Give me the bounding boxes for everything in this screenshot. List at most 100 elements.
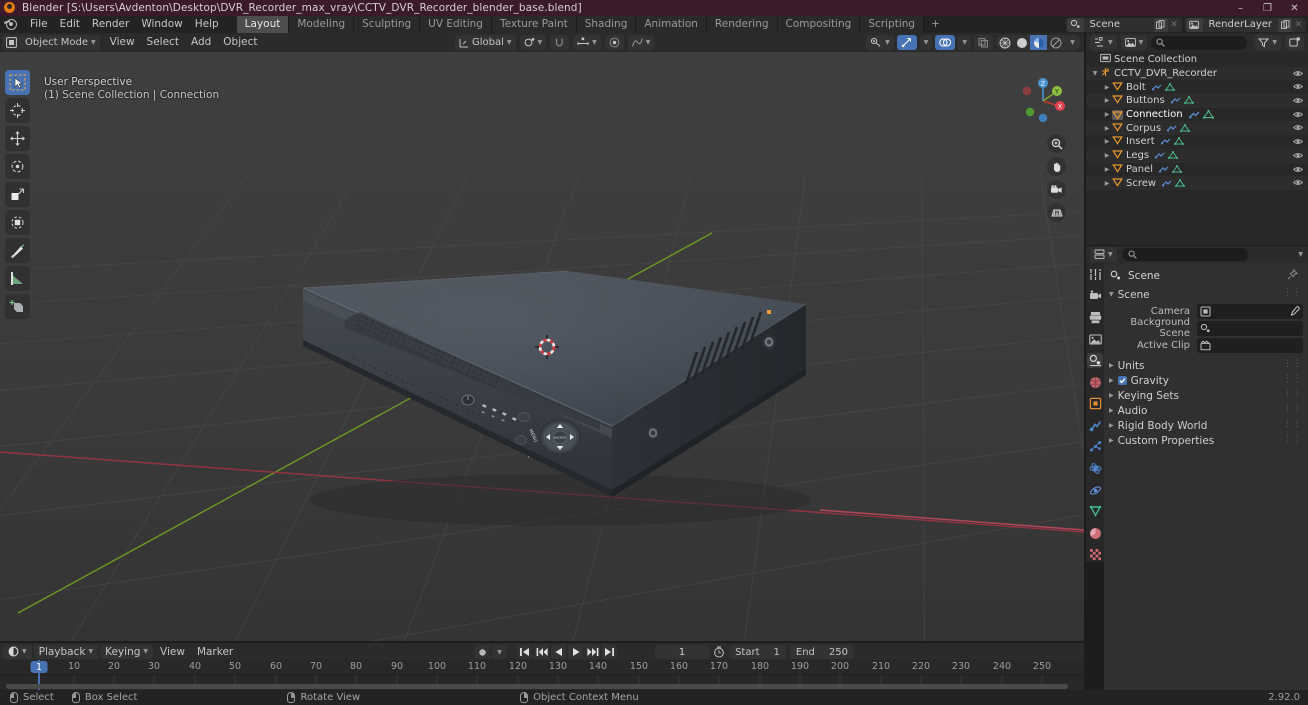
- disclosure-triangle-icon[interactable]: ▶: [1102, 138, 1112, 145]
- outliner-parent-row[interactable]: ▼ CCTV_DVR_Recorder: [1086, 66, 1308, 81]
- viewport-menu-view[interactable]: View: [104, 35, 141, 50]
- play-animation-button[interactable]: [568, 645, 583, 659]
- cursor-tool[interactable]: [5, 98, 30, 123]
- outliner-item-corpus[interactable]: ▶ Corpus: [1086, 121, 1308, 136]
- snap-toggle-button[interactable]: [550, 35, 570, 50]
- 3d-viewport[interactable]: MENU ESC ENTER: [0, 52, 1084, 641]
- menu-help[interactable]: Help: [189, 17, 225, 32]
- outliner-panel[interactable]: Scene Collection ▼ CCTV_DVR_Recorder ▶ B…: [1086, 52, 1308, 245]
- navigation-gizmo[interactable]: Z Y X: [1016, 74, 1070, 128]
- auto-keying-dropdown[interactable]: ▼: [492, 645, 507, 659]
- jump-to-start-button[interactable]: [517, 645, 532, 659]
- menu-edit[interactable]: Edit: [54, 17, 86, 32]
- ortho-perspective-grid-icon[interactable]: [1047, 203, 1066, 222]
- disclosure-triangle-icon[interactable]: ▶: [1102, 152, 1112, 159]
- interaction-mode-selector[interactable]: Object Mode ▼: [21, 35, 100, 50]
- outliner-item-bolt[interactable]: ▶ Bolt: [1086, 80, 1308, 94]
- background-scene-field[interactable]: [1197, 320, 1303, 336]
- tab-sculpting[interactable]: Sculpting: [354, 16, 421, 33]
- section-custom-properties[interactable]: ▶ Custom Properties ⋮⋮: [1104, 433, 1308, 448]
- jump-to-previous-keyframe-button[interactable]: [534, 645, 549, 659]
- outliner-display-mode-button[interactable]: ▼: [1120, 35, 1148, 50]
- pivot-point-selector[interactable]: ▼: [519, 35, 547, 50]
- menu-file[interactable]: File: [24, 17, 54, 32]
- tab-world[interactable]: [1087, 375, 1103, 390]
- properties-editor-type-button[interactable]: ▼: [1090, 247, 1117, 262]
- disclosure-triangle-icon[interactable]: ▶: [1102, 111, 1112, 118]
- tab-particles[interactable]: [1087, 440, 1103, 455]
- outliner-item-panel[interactable]: ▶ Panel: [1086, 163, 1308, 177]
- property-row-background-scene[interactable]: Background Scene: [1109, 317, 1303, 339]
- play-reverse-button[interactable]: [551, 645, 566, 659]
- tab-material[interactable]: [1087, 526, 1103, 541]
- outliner-new-collection-button[interactable]: [1285, 35, 1304, 50]
- visibility-eye-icon[interactable]: [1292, 123, 1304, 135]
- visibility-eye-icon[interactable]: [1292, 69, 1304, 81]
- tab-view-layer[interactable]: [1087, 332, 1103, 347]
- tab-physics[interactable]: [1087, 461, 1103, 476]
- outliner-scene-collection-row[interactable]: Scene Collection: [1086, 53, 1308, 67]
- frame-end-field[interactable]: End 250: [789, 645, 854, 659]
- tab-object[interactable]: [1087, 396, 1103, 411]
- use-preview-range-button[interactable]: [713, 646, 725, 658]
- disclosure-triangle-icon[interactable]: ▼: [1090, 70, 1100, 77]
- close-button[interactable]: ✕: [1281, 0, 1308, 16]
- tab-object-data[interactable]: [1087, 504, 1103, 519]
- outliner-filter-button[interactable]: ▼: [1254, 35, 1281, 50]
- playback-menu[interactable]: Playback ▼: [33, 644, 99, 659]
- disclosure-triangle-icon[interactable]: ▶: [1102, 166, 1112, 173]
- tab-shading[interactable]: Shading: [576, 16, 637, 33]
- new-scene-button[interactable]: [1153, 17, 1168, 32]
- tab-render[interactable]: [1087, 289, 1103, 304]
- section-gravity[interactable]: ▶ Gravity ⋮⋮: [1104, 373, 1308, 388]
- camera-view-icon[interactable]: [1047, 180, 1066, 199]
- section-audio[interactable]: ▶ Audio ⋮⋮: [1104, 403, 1308, 418]
- tab-layout[interactable]: Layout: [236, 16, 290, 33]
- move-tool[interactable]: [5, 126, 30, 151]
- visibility-eye-icon[interactable]: [1292, 151, 1304, 163]
- tweak-select-tool[interactable]: [5, 70, 30, 95]
- timeline-horizontal-scrollbar[interactable]: [6, 684, 1068, 689]
- tab-output[interactable]: [1087, 310, 1103, 325]
- tab-tool[interactable]: [1087, 267, 1103, 282]
- menu-window[interactable]: Window: [135, 17, 188, 32]
- outliner-item-legs[interactable]: ▶ Legs: [1086, 148, 1308, 163]
- tab-texture-paint[interactable]: Texture Paint: [491, 16, 577, 33]
- transform-orientation-selector[interactable]: Global ▼: [455, 35, 516, 50]
- add-cube-tool[interactable]: [5, 294, 30, 319]
- rotate-tool[interactable]: [5, 154, 30, 179]
- section-units[interactable]: ▶ Units ⋮⋮: [1104, 358, 1308, 373]
- disclosure-triangle-icon[interactable]: ▶: [1102, 125, 1112, 132]
- shading-dropdown-button[interactable]: ▼: [1064, 35, 1081, 50]
- viewport-menu-select[interactable]: Select: [141, 35, 185, 50]
- tab-animation[interactable]: Animation: [636, 16, 707, 33]
- visibility-eye-icon[interactable]: [1292, 178, 1304, 190]
- minimize-button[interactable]: –: [1227, 0, 1254, 16]
- visibility-eye-icon[interactable]: [1292, 137, 1304, 149]
- annotate-tool[interactable]: [5, 238, 30, 263]
- overlays-toggle-button[interactable]: [935, 35, 956, 50]
- camera-field[interactable]: [1197, 303, 1303, 320]
- current-frame-field[interactable]: 1: [655, 645, 710, 659]
- outliner-item-insert[interactable]: ▶ Insert: [1086, 135, 1308, 149]
- blender-logo-icon[interactable]: [3, 17, 21, 32]
- shading-wireframe-button[interactable]: [996, 35, 1013, 50]
- gravity-checkbox[interactable]: [1117, 376, 1127, 385]
- gizmo-toggle-button[interactable]: [896, 35, 917, 50]
- pan-hand-icon[interactable]: [1047, 157, 1066, 176]
- tab-modifiers[interactable]: [1087, 418, 1103, 433]
- gizmo-dropdown-button[interactable]: ▼: [919, 35, 933, 50]
- timeline-editor-type-button[interactable]: ▼: [3, 644, 32, 659]
- eyedropper-icon[interactable]: [1289, 305, 1300, 320]
- section-scene[interactable]: ▼ Scene ⋮⋮: [1104, 287, 1308, 302]
- measure-tool[interactable]: [5, 266, 30, 291]
- scale-tool[interactable]: [5, 182, 30, 207]
- auto-keying-toggle[interactable]: [475, 645, 490, 659]
- tab-rendering[interactable]: Rendering: [706, 16, 778, 33]
- keying-menu[interactable]: Keying ▼: [100, 644, 154, 659]
- disclosure-triangle-icon[interactable]: ▶: [1102, 97, 1112, 104]
- proportional-edit-toggle[interactable]: [604, 35, 624, 50]
- transform-tool[interactable]: [5, 210, 30, 235]
- tab-modeling[interactable]: Modeling: [289, 16, 355, 33]
- disclosure-triangle-icon[interactable]: ▶: [1102, 180, 1112, 187]
